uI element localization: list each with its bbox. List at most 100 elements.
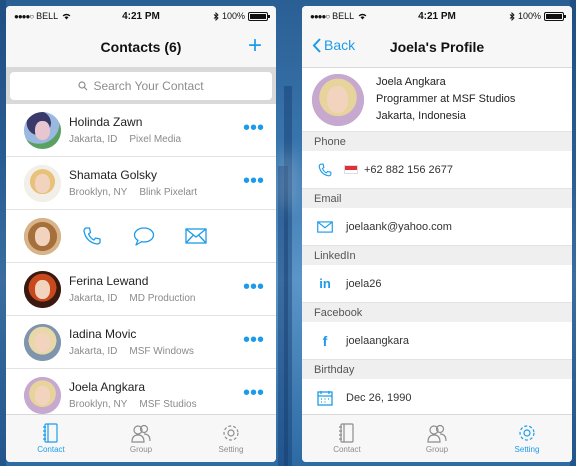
contacts-screen: ●●●●○ BELL 4:21 PM 100% Contacts (6) + S… — [6, 6, 276, 462]
contact-list: Holinda Zawn Jakarta, ID Pixel Media •••… — [6, 104, 276, 422]
tab-label: Setting — [514, 445, 540, 454]
avatar — [24, 270, 61, 308]
avatar — [24, 111, 61, 149]
more-options-button[interactable]: ••• — [243, 118, 264, 138]
linkedin-row[interactable]: in joela26 — [302, 265, 572, 303]
birthday-row[interactable]: Dec 26, 1990 — [302, 379, 572, 417]
battery-percent: 100% — [517, 11, 541, 21]
tab-label: Contact — [37, 445, 65, 454]
contact-row-expanded[interactable] — [6, 210, 276, 263]
tab-setting[interactable]: Setting — [186, 415, 276, 462]
linkedin-value: joela26 — [346, 277, 382, 290]
search-input[interactable]: Search Your Contact — [10, 72, 272, 100]
tab-group[interactable]: Group — [96, 415, 186, 462]
contact-city: Brooklyn, NY — [69, 187, 128, 198]
contact-row-iadina[interactable]: Iadina Movic Jakarta, ID MSF Windows ••• — [6, 316, 276, 369]
search-icon — [78, 81, 88, 91]
contact-city: Jakarta, ID — [69, 134, 118, 145]
contact-row-ferina[interactable]: Ferina Lewand Jakarta, ID MD Production … — [6, 263, 276, 316]
section-header-birthday: Birthday — [302, 360, 572, 379]
search-bar: Search Your Contact — [6, 68, 276, 104]
profile-navbar: Back Joela's Profile — [302, 26, 572, 68]
linkedin-icon: in — [319, 276, 331, 291]
add-contact-button[interactable]: + — [248, 32, 262, 60]
tab-bar: Contact Group Setting — [302, 414, 572, 462]
page-title: Contacts (6) — [100, 38, 182, 55]
more-options-button[interactable]: ••• — [243, 383, 264, 403]
email-row[interactable]: joelaank@yahoo.com — [302, 208, 572, 246]
group-icon — [131, 424, 151, 443]
more-options-button[interactable]: ••• — [243, 277, 264, 297]
mail-icon[interactable] — [185, 228, 207, 244]
gear-icon — [519, 425, 535, 441]
chevron-left-icon — [312, 37, 321, 53]
profile-job: Programmer at MSF Studios — [376, 93, 516, 105]
avatar — [24, 217, 61, 255]
profile-header: Joela Angkara Programmer at MSF Studios … — [302, 68, 572, 132]
avatar — [24, 323, 61, 361]
contact-company: MD Production — [129, 293, 196, 304]
battery-icon — [543, 11, 566, 21]
contact-row-shamata[interactable]: Shamata Golsky Brooklyn, NY Blink Pixela… — [6, 157, 276, 210]
address-book-icon — [43, 423, 58, 443]
tab-label: Setting — [218, 445, 244, 454]
tab-group[interactable]: Group — [392, 415, 482, 462]
facebook-icon: f — [322, 332, 328, 349]
tab-setting[interactable]: Setting — [482, 415, 572, 462]
wifi-icon — [358, 13, 367, 20]
back-button[interactable]: Back — [312, 37, 355, 53]
section-header-linkedin: LinkedIn — [302, 246, 572, 265]
tab-label: Group — [425, 445, 449, 454]
phone-row[interactable]: +62 882 156 2677 — [302, 151, 572, 189]
tab-label: Contact — [333, 445, 361, 454]
battery-percent: 100% — [221, 11, 245, 21]
email-value: joelaank@yahoo.com — [346, 220, 452, 233]
birthday-value: Dec 26, 1990 — [346, 391, 412, 404]
signal-icon: ●●●●○ — [310, 11, 330, 21]
address-book-icon — [339, 423, 354, 443]
profile-screen: ●●●●○ BELL 4:21 PM 100% Back Joela's Pro… — [302, 6, 572, 462]
profile-location: Jakarta, Indonesia — [376, 110, 466, 122]
tab-contact[interactable]: Contact — [6, 415, 96, 462]
mail-icon — [317, 220, 333, 233]
tab-contact[interactable]: Contact — [302, 415, 392, 462]
group-icon — [427, 424, 447, 443]
phone-icon — [318, 163, 332, 176]
wifi-icon — [62, 13, 71, 20]
status-bar: ●●●●○ BELL 4:21 PM 100% — [302, 6, 572, 26]
section-header-facebook: Facebook — [302, 303, 572, 322]
signal-icon: ●●●●○ — [14, 11, 34, 21]
contact-row-holinda[interactable]: Holinda Zawn Jakarta, ID Pixel Media ••• — [6, 104, 276, 157]
page-title: Joela's Profile — [389, 38, 485, 55]
bluetooth-icon — [509, 11, 515, 21]
more-options-button[interactable]: ••• — [243, 330, 264, 350]
status-bar: ●●●●○ BELL 4:21 PM 100% — [6, 6, 276, 26]
contact-company: MSF Studios — [139, 399, 197, 410]
tab-label: Group — [129, 445, 153, 454]
carrier-label: BELL — [36, 11, 59, 21]
avatar — [24, 164, 61, 202]
status-time: 4:21 PM — [122, 10, 160, 22]
section-header-email: Email — [302, 189, 572, 208]
more-options-button[interactable]: ••• — [243, 171, 264, 191]
status-time: 4:21 PM — [418, 10, 456, 22]
calendar-icon — [317, 390, 333, 406]
tab-bar: Contact Group Setting — [6, 414, 276, 462]
chat-bubble-icon[interactable] — [133, 226, 155, 246]
contact-city: Brooklyn, NY — [69, 399, 128, 410]
profile-name: Joela Angkara — [376, 76, 446, 88]
facebook-value: joelaangkara — [346, 334, 409, 347]
back-label: Back — [324, 37, 356, 53]
contact-company: MSF Windows — [129, 346, 194, 357]
phone-icon[interactable] — [81, 225, 103, 247]
contact-city: Jakarta, ID — [69, 346, 118, 357]
contacts-navbar: Contacts (6) + — [6, 26, 276, 68]
facebook-row[interactable]: f joelaangkara — [302, 322, 572, 360]
gear-icon — [223, 425, 239, 441]
battery-icon — [247, 11, 270, 21]
avatar — [24, 376, 61, 414]
contact-company: Blink Pixelart — [139, 187, 198, 198]
bluetooth-icon — [213, 11, 219, 21]
section-header-phone: Phone — [302, 132, 572, 151]
carrier-label: BELL — [332, 11, 355, 21]
